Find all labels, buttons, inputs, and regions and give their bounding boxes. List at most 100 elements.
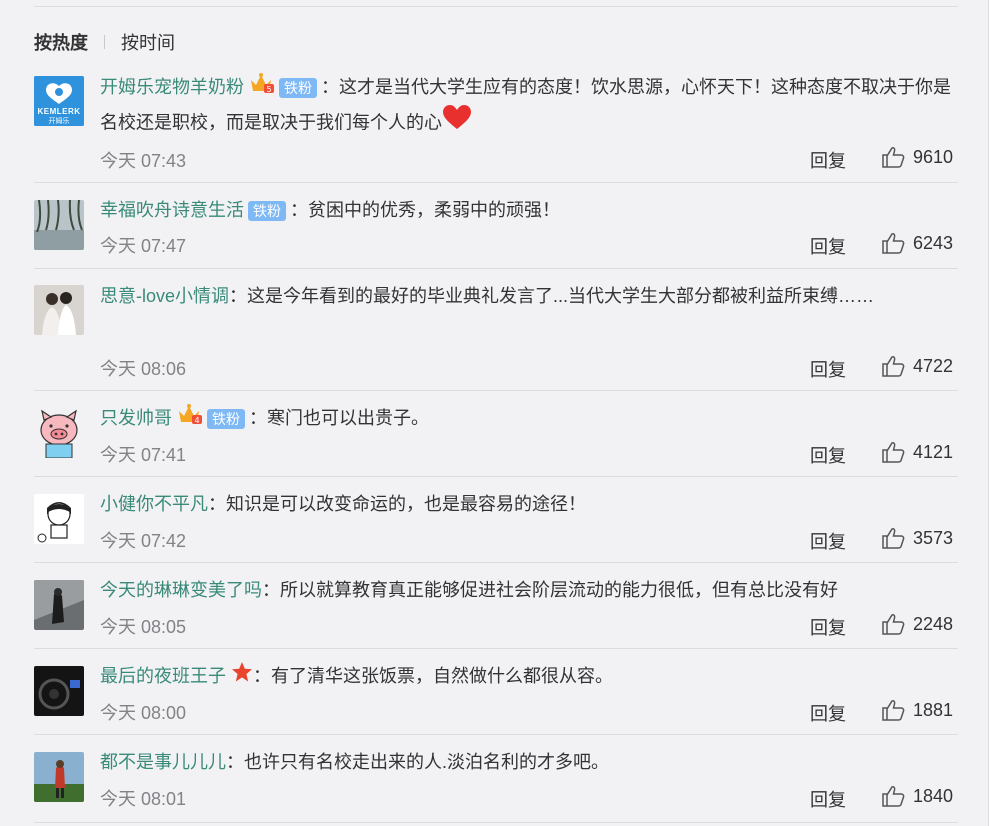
cartoon-boy-avatar-icon [34, 494, 84, 544]
avatar-image [34, 285, 84, 335]
like-button[interactable]: 9610 [881, 146, 959, 168]
like-count: 6243 [913, 232, 954, 253]
svg-text:4: 4 [194, 416, 199, 425]
sort-by-time[interactable]: 按时间 [121, 29, 175, 55]
star-badge-icon [231, 660, 253, 694]
reply-button[interactable]: 回复 [810, 356, 846, 382]
username-link[interactable]: 幸福吹舟诗意生活 [100, 200, 244, 220]
like-count: 9610 [913, 146, 954, 167]
reply-button[interactable]: 回复 [810, 786, 846, 812]
comment-item: 只发帅哥 4 铁粉 ：寒门也可以出贵子。 今天 07:41 回复 4121 [34, 391, 958, 477]
username-link[interactable]: 最后的夜班王子 [100, 666, 226, 686]
reply-button[interactable]: 回复 [810, 614, 846, 640]
avatar[interactable] [34, 752, 84, 802]
fan-badge: 铁粉 [207, 409, 246, 430]
comment-text: 小健你不平凡：知识是可以改变命运的，也是最容易的途径！ [100, 487, 958, 521]
comment-body: ：知识是可以改变命运的，也是最容易的途径！ [208, 494, 586, 514]
like-count: 2248 [913, 613, 954, 634]
sort-by-hot[interactable]: 按热度 [34, 29, 88, 55]
like-button[interactable]: 2248 [881, 613, 959, 635]
comment-text: 思意-love小情调：这是今年看到的最好的毕业典礼发言了...当代大学生大部分都… [100, 279, 920, 313]
avatar-image [34, 580, 84, 630]
avatar[interactable] [34, 580, 84, 630]
comment-body: ：有了清华这张饭票，自然做什么都很从容。 [253, 666, 614, 686]
like-count: 3573 [913, 527, 954, 548]
svg-text:5: 5 [266, 85, 271, 94]
reply-button[interactable]: 回复 [810, 442, 846, 468]
username-link[interactable]: 今天的琳琳变美了吗 [100, 580, 262, 600]
avatar-brand-text: KEMLERK [37, 107, 81, 116]
car-dashboard-avatar-icon [34, 666, 84, 716]
comment-time: 今天 07:43 [100, 151, 187, 171]
avatar[interactable] [34, 285, 84, 335]
username-link[interactable]: 小健你不平凡 [100, 494, 208, 514]
comments-panel: 按热度 按时间 KEMLERK 开姆乐 开姆乐宠物羊奶粉 5 铁粉 ：这才是当代大… [0, 0, 989, 826]
top-divider [34, 6, 958, 7]
comment-text: 今天的琳琳变美了吗：所以就算教育真正能够促进社会阶层流动的能力很低，但有总比没有… [100, 573, 960, 607]
thumbs-up-icon [882, 786, 905, 807]
comment-text: 开姆乐宠物羊奶粉 5 铁粉 ：这才是当代大学生应有的态度！饮水思源，心怀天下！这种… [100, 70, 958, 142]
thumbs-up-icon [882, 700, 905, 721]
vip-crown-badge-icon: 4 [177, 402, 203, 436]
thumbs-up-icon [882, 356, 905, 377]
comment-body: ：也许只有名校走出来的人.淡泊名利的才多吧。 [226, 752, 609, 772]
like-button[interactable]: 1840 [881, 785, 959, 807]
avatar-brand-sub: 开姆乐 [48, 118, 70, 125]
heart-emoji-icon [442, 105, 472, 142]
comment-item: 小健你不平凡：知识是可以改变命运的，也是最容易的途径！ 今天 07:42 回复 … [34, 477, 958, 563]
comment-time: 今天 07:41 [100, 445, 187, 465]
comment-time: 今天 08:06 [100, 359, 187, 379]
vip-crown-badge-icon: 5 [249, 71, 275, 105]
comment-text: 只发帅哥 4 铁粉 ：寒门也可以出贵子。 [100, 401, 958, 436]
thumbs-up-icon [882, 442, 905, 463]
avatar[interactable] [34, 200, 84, 250]
like-button[interactable]: 6243 [881, 232, 959, 254]
comment-body: ：寒门也可以出贵子。 [249, 408, 430, 428]
fan-badge: 铁粉 [279, 78, 318, 99]
avatar[interactable] [34, 408, 84, 458]
thumbs-up-icon [882, 147, 905, 168]
like-count: 1840 [913, 785, 954, 806]
comment-item: 最后的夜班王子 ：有了清华这张饭票，自然做什么都很从容。 今天 08:00 回复… [34, 649, 958, 735]
thumbs-up-icon [882, 528, 905, 549]
sort-separator [104, 35, 105, 49]
like-count: 1881 [913, 699, 954, 720]
comment-time: 今天 08:00 [100, 703, 187, 723]
comment-time: 今天 07:42 [100, 531, 187, 551]
comment-divider [34, 822, 958, 823]
username-link[interactable]: 都不是事儿儿儿 [100, 752, 226, 772]
like-button[interactable]: 1881 [881, 699, 959, 721]
comment-time: 今天 08:05 [100, 617, 187, 637]
username-link[interactable]: 开姆乐宠物羊奶粉 [100, 77, 244, 97]
avatar[interactable] [34, 494, 84, 544]
comment-item: 幸福吹舟诗意生活 铁粉 ：贫困中的优秀，柔弱中的顽强！ 今天 07:47 回复 62… [34, 183, 958, 269]
comment-time: 今天 08:01 [100, 789, 187, 809]
avatar[interactable]: KEMLERK 开姆乐 [34, 76, 84, 126]
comment-item: 今天的琳琳变美了吗：所以就算教育真正能够促进社会阶层流动的能力很低，但有总比没有… [34, 563, 958, 649]
thumbs-up-icon [882, 233, 905, 254]
reply-button[interactable]: 回复 [810, 147, 846, 173]
avatar-image [34, 752, 84, 802]
like-button[interactable]: 4121 [881, 441, 959, 463]
reply-button[interactable]: 回复 [810, 233, 846, 259]
comment-text: 都不是事儿儿儿：也许只有名校走出来的人.淡泊名利的才多吧。 [100, 745, 958, 779]
fan-badge: 铁粉 [248, 201, 286, 222]
comment-item: 思意-love小情调：这是今年看到的最好的毕业典礼发言了...当代大学生大部分都… [34, 269, 958, 391]
thumbs-up-icon [882, 614, 905, 635]
like-button[interactable]: 3573 [881, 527, 959, 549]
comment-time: 今天 07:47 [100, 236, 187, 256]
comment-item: 都不是事儿儿儿：也许只有名校走出来的人.淡泊名利的才多吧。 今天 08:01 回… [34, 735, 958, 823]
like-count: 4121 [913, 441, 954, 462]
pig-avatar-icon [34, 408, 84, 458]
avatar[interactable] [34, 666, 84, 716]
comment-body: ：贫困中的优秀，柔弱中的顽强！ [290, 200, 560, 220]
like-count: 4722 [913, 355, 954, 376]
username-link[interactable]: 只发帅哥 [100, 408, 172, 428]
like-button[interactable]: 4722 [881, 355, 959, 377]
username-link[interactable]: 思意-love小情调 [100, 286, 229, 306]
reply-button[interactable]: 回复 [810, 700, 846, 726]
comment-body: ：所以就算教育真正能够促进社会阶层流动的能力很低，但有总比没有好 [262, 580, 838, 600]
comment-text: 最后的夜班王子 ：有了清华这张饭票，自然做什么都很从容。 [100, 659, 958, 694]
reply-button[interactable]: 回复 [810, 528, 846, 554]
sort-bar: 按热度 按时间 [34, 31, 175, 53]
